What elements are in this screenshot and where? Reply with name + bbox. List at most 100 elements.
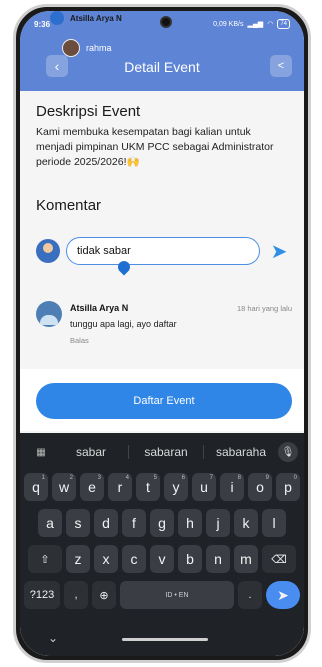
key-hint: 6 — [181, 475, 185, 481]
send-button[interactable]: ➤ — [266, 238, 292, 264]
key-hint: 0 — [293, 475, 297, 481]
key-z[interactable]: z — [66, 545, 90, 573]
key-q[interactable]: q1 — [24, 473, 48, 501]
comment-time: 18 hari yang lalu — [236, 304, 292, 313]
app-header: 9:36 0,09 KB/s ▂▄▆ ◠ 74 Atsilla Arya N r… — [20, 11, 304, 91]
key-hint: 8 — [237, 475, 241, 481]
hide-keyboard-icon[interactable]: ⌄ — [48, 631, 58, 645]
suggestion-bar: ▦ sabar sabaran sabaraha 🎙 — [20, 439, 304, 465]
key-hint: 7 — [209, 475, 213, 481]
notification-banner[interactable]: Atsilla Arya N — [50, 11, 122, 25]
key-n[interactable]: n — [206, 545, 230, 573]
notification-user-name: rahma — [86, 43, 112, 53]
shift-key[interactable]: ⇧ — [28, 545, 62, 573]
key-label: o — [256, 479, 264, 495]
key-b[interactable]: b — [178, 545, 202, 573]
keyboard-row-4: ?123 , ⊕ ID • EN . ➤ — [24, 581, 300, 609]
share-button[interactable]: < — [270, 55, 292, 77]
key-u[interactable]: u7 — [192, 473, 216, 501]
signal-icon: ▂▄▆ — [247, 21, 264, 28]
key-j[interactable]: j — [206, 509, 230, 537]
wifi-icon: ◠ — [267, 21, 274, 28]
comment-text: tunggu apa lagi, ayo daftar — [70, 319, 177, 329]
phone-frame: 9:36 0,09 KB/s ▂▄▆ ◠ 74 Atsilla Arya N r… — [13, 4, 311, 663]
register-event-button[interactable]: Daftar Event — [36, 383, 292, 419]
key-m[interactable]: m — [234, 545, 258, 573]
system-nav-bar: ⌄ — [20, 620, 304, 656]
key-label: p — [284, 479, 292, 495]
comma-key[interactable]: , — [64, 581, 88, 609]
key-k[interactable]: k — [234, 509, 258, 537]
microphone-icon[interactable]: 🎙 — [278, 442, 298, 462]
suggestion-1[interactable]: sabar — [54, 445, 128, 459]
comment-input[interactable]: tidak sabar — [66, 237, 260, 265]
status-icons: 0,09 KB/s ▂▄▆ ◠ 74 — [213, 19, 290, 29]
key-hint: 9 — [265, 475, 269, 481]
key-a[interactable]: a — [38, 509, 62, 537]
key-d[interactable]: d — [94, 509, 118, 537]
symbols-key[interactable]: ?123 — [24, 581, 60, 609]
send-arrow-icon: ➤ — [277, 586, 289, 603]
description-heading: Deskripsi Event — [36, 103, 141, 120]
key-label: q — [32, 479, 40, 495]
key-o[interactable]: o9 — [248, 473, 272, 501]
send-key[interactable]: ➤ — [266, 581, 300, 609]
key-label: i — [230, 479, 234, 495]
suggestion-2[interactable]: sabaran — [129, 445, 203, 459]
comment-author: Atsilla Arya N — [70, 303, 129, 313]
key-p[interactable]: p0 — [276, 473, 300, 501]
front-camera — [160, 16, 172, 28]
status-time: 9:36 — [34, 19, 51, 29]
network-speed: 0,09 KB/s — [213, 20, 244, 28]
backspace-icon: ⌫ — [271, 553, 287, 566]
key-label: u — [200, 479, 208, 495]
key-hint: 5 — [153, 475, 157, 481]
key-label: e — [88, 479, 96, 495]
globe-key[interactable]: ⊕ — [92, 581, 116, 609]
key-hint: 4 — [125, 475, 129, 481]
keyboard-row-2: a s d f g h j k l — [24, 509, 300, 537]
keyboard-row-3: ⇧ z x c v b n m ⌫ — [24, 545, 300, 573]
send-icon: ➤ — [270, 240, 288, 263]
key-y[interactable]: y6 — [164, 473, 188, 501]
home-indicator[interactable] — [122, 638, 208, 641]
shift-icon: ⇧ — [40, 553, 50, 566]
key-l[interactable]: l — [262, 509, 286, 537]
battery-icon: 74 — [277, 19, 290, 29]
key-v[interactable]: v — [150, 545, 174, 573]
suggestion-3[interactable]: sabaraha — [204, 445, 278, 459]
key-s[interactable]: s — [66, 509, 90, 537]
backspace-key[interactable]: ⌫ — [262, 545, 296, 573]
key-hint: 2 — [69, 475, 73, 481]
notification-title: Atsilla Arya N — [70, 13, 122, 23]
page-title: Detail Event — [124, 59, 200, 75]
share-icon: < — [277, 60, 285, 72]
key-label: r — [117, 479, 123, 495]
globe-icon: ⊕ — [99, 589, 109, 602]
period-key[interactable]: . — [238, 581, 262, 609]
notification-avatar — [50, 11, 64, 25]
notification-user[interactable]: rahma — [62, 39, 112, 57]
keyboard-row-1: q1 w2 e3 r4 t5 y6 u7 i8 o9 p0 — [24, 473, 300, 501]
key-c[interactable]: c — [122, 545, 146, 573]
key-h[interactable]: h — [178, 509, 202, 537]
comments-heading: Komentar — [36, 197, 102, 214]
comment-composer: tidak sabar ➤ — [36, 235, 292, 267]
key-g[interactable]: g — [150, 509, 174, 537]
key-t[interactable]: t5 — [136, 473, 160, 501]
key-i[interactable]: i8 — [220, 473, 244, 501]
key-hint: 1 — [41, 475, 45, 481]
on-screen-keyboard: ▦ sabar sabaran sabaraha 🎙 q1 w2 e3 r4 t… — [20, 433, 304, 656]
apps-grid-icon[interactable]: ▦ — [28, 447, 54, 458]
description-text: Kami membuka kesempatan bagi kalian untu… — [36, 126, 274, 168]
space-key[interactable]: ID • EN — [120, 581, 234, 609]
key-label: t — [146, 479, 150, 495]
key-label: w — [58, 479, 70, 495]
reply-link[interactable]: Balas — [70, 336, 89, 345]
key-r[interactable]: r4 — [108, 473, 132, 501]
key-x[interactable]: x — [94, 545, 118, 573]
key-w[interactable]: w2 — [52, 473, 76, 501]
key-f[interactable]: f — [122, 509, 146, 537]
screen: 9:36 0,09 KB/s ▂▄▆ ◠ 74 Atsilla Arya N r… — [20, 11, 304, 656]
key-e[interactable]: e3 — [80, 473, 104, 501]
